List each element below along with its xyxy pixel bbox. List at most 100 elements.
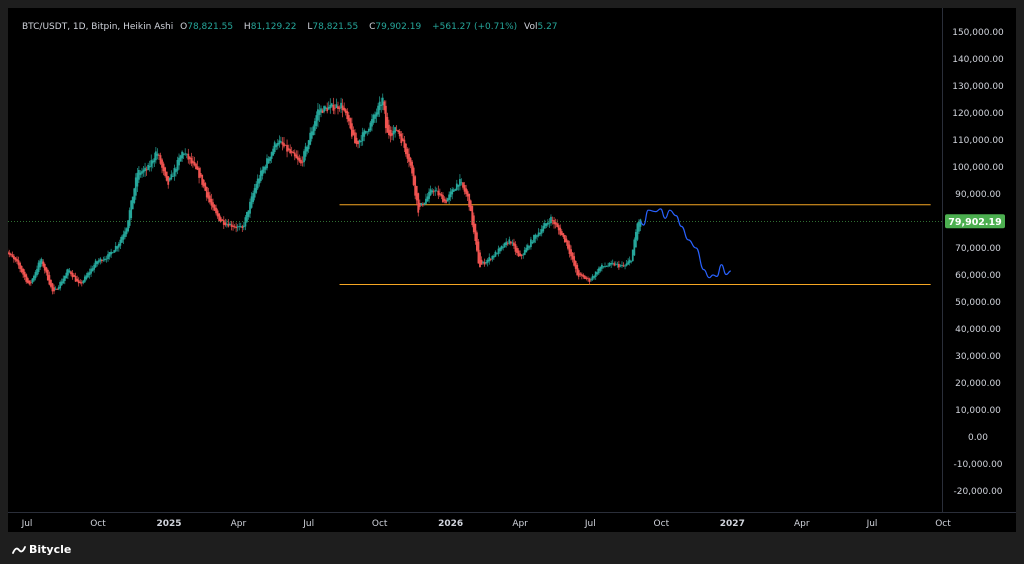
candle-body [315,115,318,126]
candle-body [428,191,430,199]
candle-body [596,272,599,275]
candle-body [133,188,136,203]
candle-body [128,210,131,226]
projection-path[interactable] [639,208,731,279]
candle-body [392,130,395,135]
candle-body [290,151,293,153]
candle-body [286,144,288,152]
candle-body [471,205,474,226]
candle-body [593,276,596,278]
candle-body [625,263,628,266]
candle-body [275,144,278,148]
volume: Vol5.27 [524,22,562,32]
candle-body [330,103,333,107]
candle-body [361,132,364,142]
candle-body [50,279,52,287]
candle-body [574,260,577,269]
candle-body [161,159,163,168]
time-axis-label: Apr [794,519,810,529]
candle-body [306,146,309,152]
candle-body [389,129,392,137]
candle-body [91,268,94,272]
candle-body [602,266,605,268]
candle-body [63,275,66,281]
price-axis-label: -10,000.00 [953,460,1002,470]
candle-body [284,144,287,146]
candle-body [258,178,261,184]
candle-body [455,183,458,190]
candle-body [576,264,579,276]
candle-body [454,189,457,191]
candle-body [19,262,21,270]
candle-body [480,259,483,265]
brand-name: Bitycle [29,543,72,556]
candle-body [79,281,82,283]
candle-body [599,266,602,271]
candle-body [408,153,410,162]
candle-body [417,193,420,213]
candle-body [418,202,421,207]
candle-body [474,223,477,242]
price-axis-label: 150,000.00 [952,28,1004,38]
candle-body [68,270,71,273]
symbol-info[interactable]: BTC/USDT, 1D, Bitpin, Heikin Ashi [22,22,173,32]
candle-body [616,263,619,265]
candle-body [193,162,196,166]
candle-body [537,232,540,237]
candle-body [31,278,34,283]
candle-body [170,174,173,180]
candle-body [107,254,109,260]
candle-body [334,107,336,109]
candle-body [607,265,609,267]
time-axis[interactable]: Jul Oct 2025 Apr Jul Oct 2026 Apr Jul Oct 2027 Apr J… [21,519,952,529]
time-axis-label: Oct [654,519,670,529]
candle-body [104,258,106,261]
price-chart[interactable]: 150,000.00 140,000.00 130,000.00 120,000.00… [8,8,1016,532]
candle-body [210,198,213,206]
candle-body [377,105,380,115]
price-axis[interactable]: 150,000.00 140,000.00 130,000.00 120,000.00… [952,28,1004,497]
candle-body [87,272,89,278]
candle-body [511,242,514,244]
candle-body [442,195,444,203]
candle-body [580,274,583,276]
brand[interactable]: Bitycle [12,543,71,556]
candle-body [144,167,146,172]
candle-body [267,158,270,164]
candle-body [411,161,413,174]
candle-body [26,278,29,283]
candle-body [88,272,91,276]
candle-body [93,264,96,270]
candle-body [66,269,69,276]
candle-body [364,130,367,134]
candle-body [627,261,630,265]
candle-body [588,278,591,282]
candle-body [269,156,271,161]
candle-body [281,141,284,145]
time-axis-label: Apr [512,519,528,529]
candle-body [386,116,389,133]
candle-body [147,164,150,170]
candle-body [472,215,475,233]
candle-body [196,166,199,170]
candle-body [350,123,353,137]
candle-body [65,272,68,279]
candle-body [218,213,221,221]
chart-area[interactable]: 150,000.00 140,000.00 130,000.00 120,000.00… [8,8,1016,532]
candle-body [562,233,565,237]
heikin-ashi-candles [8,93,642,295]
candle-body [250,196,253,208]
candle-body [505,241,508,246]
candle-body [591,275,594,280]
candle-body [139,172,142,175]
candle-body [317,109,319,121]
candle-body [221,219,224,221]
candle-body [236,226,239,228]
candle-body [449,191,452,198]
candle-body [465,188,467,195]
candle-body [312,126,315,136]
candle-body [114,245,117,252]
candle-body [391,133,393,136]
candle-body [508,239,511,244]
price-axis-label: 50,000.00 [955,298,1001,308]
